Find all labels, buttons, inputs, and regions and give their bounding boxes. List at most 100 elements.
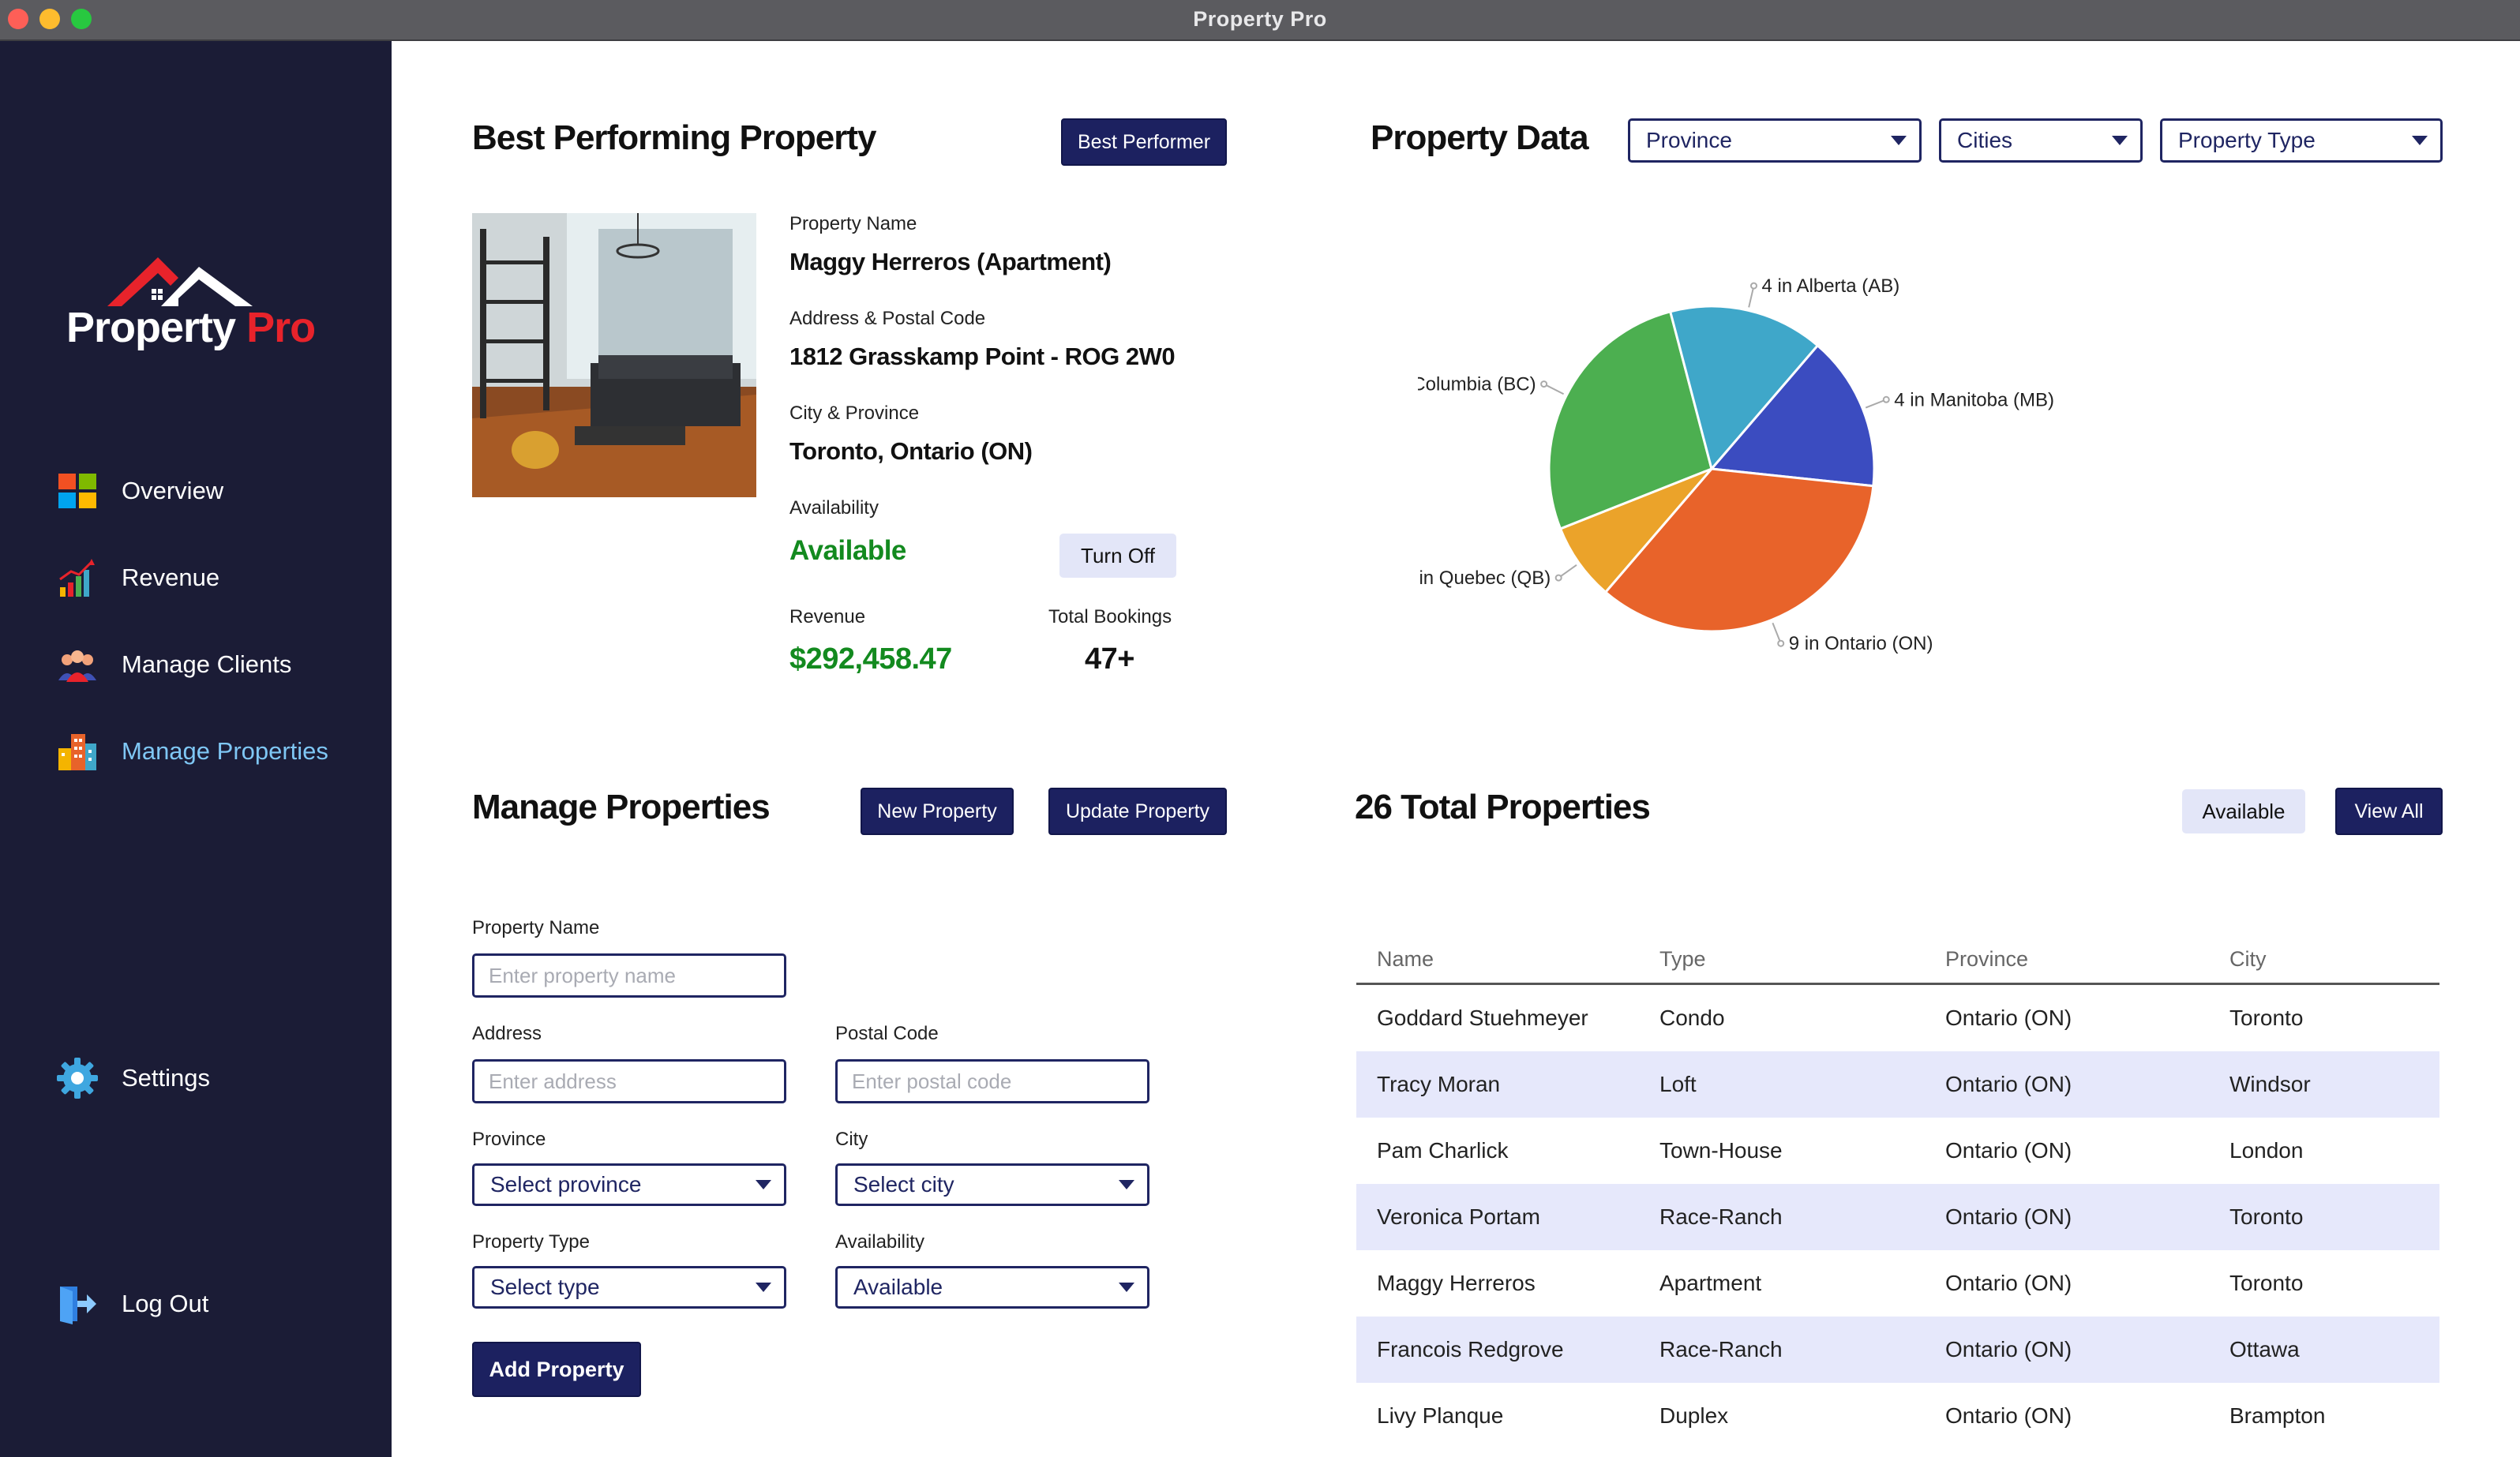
pie-slice-label: 2 in Quebec (QB) <box>1418 567 1551 589</box>
manage-properties-title: Manage Properties <box>472 788 771 826</box>
city-field-label: City <box>835 1129 868 1150</box>
table-header: Name Type Province City <box>1356 909 2439 985</box>
cell-city: Toronto <box>2229 1271 2304 1295</box>
total-bookings-label: Total Bookings <box>1048 606 1172 627</box>
cell-city: Windsor <box>2229 1072 2311 1096</box>
select-value: Select city <box>853 1172 954 1197</box>
revenue-value: $292,458.47 <box>789 642 952 676</box>
chevron-down-icon <box>2412 136 2428 145</box>
city-select[interactable]: Select city <box>835 1163 1149 1206</box>
province-select[interactable]: Select province <box>472 1163 786 1206</box>
property-name-field-label: Property Name <box>472 917 600 938</box>
cell-city: Toronto <box>2229 1204 2304 1229</box>
cell-province: Ontario (ON) <box>1945 1403 2072 1428</box>
column-header-type: Type <box>1659 947 1706 971</box>
table-row[interactable]: Veronica Portam Race-Ranch Ontario (ON) … <box>1356 1184 2439 1250</box>
select-value: Cities <box>1957 128 2013 152</box>
cell-type: Duplex <box>1659 1403 1729 1428</box>
brand-logo: Property Pro <box>63 207 316 365</box>
cell-province: Ontario (ON) <box>1945 1337 2072 1361</box>
province-field-label: Province <box>472 1129 546 1150</box>
cell-name: Livy Planque <box>1377 1403 1504 1428</box>
sidebar-item-revenue[interactable]: Revenue <box>55 554 371 601</box>
gear-icon <box>57 1058 98 1099</box>
property-pie-chart: 4 in Manitoba (MB) 9 in Ontario (ON) 2 in … <box>1418 275 2054 654</box>
sidebar-item-label: Manage Clients <box>122 650 292 678</box>
table-row[interactable]: Pam Charlick Town-House Ontario (ON) Lon… <box>1356 1118 2439 1184</box>
property-name-label: Property Name <box>789 213 917 234</box>
sidebar-item-manage-properties[interactable]: Manage Properties <box>55 728 371 775</box>
cell-type: Town-House <box>1659 1138 1783 1163</box>
cell-province: Ontario (ON) <box>1945 1006 2072 1030</box>
turn-off-button[interactable]: Turn Off <box>1059 534 1176 578</box>
cell-name: Francois Redgrove <box>1377 1337 1564 1361</box>
available-filter-button[interactable]: Available <box>2182 789 2305 833</box>
pie-label-dot <box>1540 380 1548 388</box>
table-row[interactable]: Francois Redgrove Race-Ranch Ontario (ON… <box>1356 1317 2439 1383</box>
sidebar-item-logout[interactable]: Log Out <box>55 1280 371 1328</box>
table-row[interactable]: Tracy Moran Loft Ontario (ON) Windsor <box>1356 1051 2439 1118</box>
sidebar-item-settings[interactable]: Settings <box>55 1054 371 1102</box>
sidebar-item-label: Overview <box>122 477 224 504</box>
postal-code-field-label: Postal Code <box>835 1023 939 1044</box>
pie-label-dot <box>1749 282 1757 290</box>
window-title: Property Pro <box>1193 7 1327 31</box>
chevron-down-icon <box>756 1283 771 1292</box>
window-titlebar: Property Pro <box>0 0 2520 41</box>
windows-grid-icon <box>58 474 96 508</box>
column-header-city: City <box>2229 947 2267 971</box>
chevron-down-icon <box>1891 136 1907 145</box>
sidebar-item-label: Manage Properties <box>122 737 328 765</box>
pie-slice-label: 4 in Alberta (AB) <box>1761 275 1899 297</box>
pie-label-dot <box>1777 639 1785 647</box>
cell-province: Ontario (ON) <box>1945 1138 2072 1163</box>
update-property-button[interactable]: Update Property <box>1048 788 1227 835</box>
people-icon <box>58 650 96 682</box>
address-value: 1812 Grasskamp Point - ROG 2W0 <box>789 343 1176 370</box>
cities-filter-select[interactable]: Cities <box>1939 118 2143 163</box>
main-content: Best Performing Property Best Performer … <box>392 41 2520 1457</box>
table-row[interactable]: Livy Planque Duplex Ontario (ON) Brampto… <box>1356 1383 2439 1449</box>
sidebar-item-manage-clients[interactable]: Manage Clients <box>55 641 371 688</box>
sidebar-item-label: Log Out <box>122 1290 209 1317</box>
view-all-button[interactable]: View All <box>2335 788 2443 835</box>
sidebar-item-overview[interactable]: Overview <box>55 467 371 515</box>
cell-name: Tracy Moran <box>1377 1072 1501 1096</box>
address-input[interactable] <box>472 1059 786 1103</box>
property-name-value: Maggy Herreros (Apartment) <box>789 248 1112 275</box>
revenue-label: Revenue <box>789 606 866 627</box>
best-performer-button[interactable]: Best Performer <box>1061 118 1227 166</box>
cell-province: Ontario (ON) <box>1945 1271 2072 1295</box>
address-label: Address & Postal Code <box>789 308 986 329</box>
availability-select[interactable]: Available <box>835 1266 1149 1309</box>
sidebar: Property Pro Overview Revenue Manage Cli… <box>0 41 392 1457</box>
sidebar-item-label: Settings <box>122 1064 211 1092</box>
cell-type: Apartment <box>1659 1271 1762 1295</box>
select-value: Select type <box>490 1275 600 1299</box>
property-name-input[interactable] <box>472 953 786 998</box>
table-row[interactable]: Goddard Stuehmeyer Condo Ontario (ON) To… <box>1356 985 2439 1051</box>
properties-table: Name Type Province City Goddard Stuehmey… <box>1356 909 2439 1449</box>
add-property-button[interactable]: Add Property <box>472 1342 641 1397</box>
property-data-title: Property Data <box>1371 118 1589 157</box>
province-filter-select[interactable]: Province <box>1628 118 1922 163</box>
cell-city: Ottawa <box>2229 1337 2300 1361</box>
cell-province: Ontario (ON) <box>1945 1204 2072 1229</box>
new-property-button[interactable]: New Property <box>861 788 1014 835</box>
chevron-down-icon <box>1119 1283 1134 1292</box>
logout-icon <box>60 1287 96 1324</box>
column-header-province: Province <box>1945 947 2029 971</box>
property-type-select[interactable]: Select type <box>472 1266 786 1309</box>
cell-type: Race-Ranch <box>1659 1204 1783 1229</box>
postal-code-input[interactable] <box>835 1059 1149 1103</box>
pie-label-dot <box>1554 574 1562 582</box>
cell-province: Ontario (ON) <box>1945 1072 2072 1096</box>
chevron-down-icon <box>2112 136 2128 145</box>
table-row[interactable]: Maggy Herreros Apartment Ontario (ON) To… <box>1356 1250 2439 1317</box>
buildings-icon <box>58 734 96 770</box>
property-type-filter-select[interactable]: Property Type <box>2160 118 2443 163</box>
cell-city: Brampton <box>2229 1403 2326 1428</box>
best-performing-title: Best Performing Property <box>472 118 876 157</box>
chevron-down-icon <box>756 1180 771 1189</box>
pie-slice-label: 7 in British Columbia (BC) <box>1418 374 1536 395</box>
